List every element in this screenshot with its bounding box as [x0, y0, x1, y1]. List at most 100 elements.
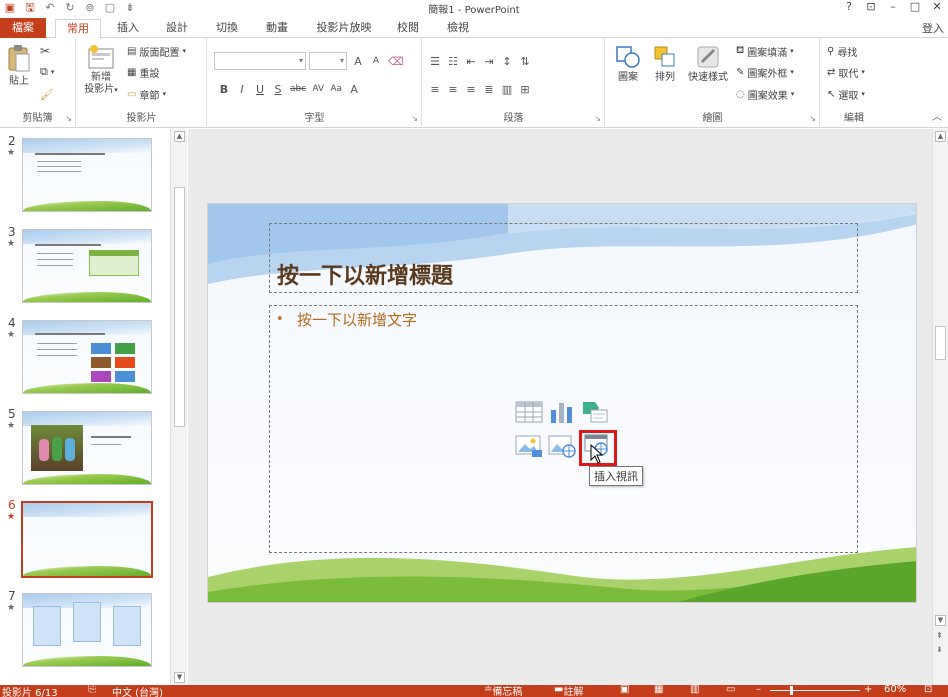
thumbnail-slide-5[interactable]: 5 ★	[0, 407, 170, 487]
arrange-button[interactable]: 排列	[648, 44, 682, 84]
content-placeholder[interactable]: • 按一下以新增文字	[269, 305, 858, 553]
paste-button[interactable]: 貼上	[4, 44, 34, 88]
align-right-icon[interactable]: ≡	[465, 83, 477, 96]
bullets-icon[interactable]: ☰	[429, 55, 441, 68]
scroll-thumb[interactable]	[174, 187, 185, 427]
animation-star-icon: ★	[7, 148, 16, 158]
ribbon-display-button[interactable]: ⊡	[860, 0, 882, 16]
scroll-thumb[interactable]	[935, 326, 946, 360]
shape-fill-button[interactable]: ⛾ 圖案填滿 ▾	[736, 42, 794, 60]
tab-animations[interactable]: 動畫	[257, 19, 297, 38]
quick-styles-button[interactable]: 快速樣式	[685, 44, 731, 84]
paragraph-launcher-icon[interactable]: ↘	[594, 114, 601, 123]
scroll-up-icon[interactable]: ▲	[174, 131, 185, 142]
format-painter-button[interactable]: 🖌	[40, 85, 54, 103]
zoom-in-icon[interactable]: +	[864, 684, 872, 695]
align-center-icon[interactable]: ≡	[447, 83, 459, 96]
numbering-icon[interactable]: ☷	[447, 55, 459, 68]
cut-button[interactable]: ✂	[40, 42, 50, 60]
thumbnail-slide-2[interactable]: 2 ★	[0, 134, 170, 214]
thumbnails-scrollbar[interactable]: ▲ ▼	[170, 129, 187, 685]
strikethrough-button[interactable]: abc	[290, 84, 306, 94]
collapse-ribbon-icon[interactable]: ︿	[932, 108, 942, 123]
align-left-icon[interactable]: ≡	[429, 83, 441, 96]
insert-picture-icon[interactable]	[515, 434, 543, 458]
select-button[interactable]: ↖ 選取 ▾	[827, 85, 865, 103]
tab-slideshow[interactable]: 投影片放映	[307, 19, 381, 38]
tab-transitions[interactable]: 切換	[207, 19, 247, 38]
insert-table-icon[interactable]	[515, 400, 543, 424]
reading-view-icon[interactable]: ▥	[690, 684, 699, 695]
fit-to-window-icon[interactable]: ⊡	[924, 684, 932, 695]
font-color-button[interactable]: A	[348, 83, 360, 96]
find-button[interactable]: ⚲ 尋找	[827, 42, 857, 60]
columns-icon[interactable]: ▥	[501, 83, 513, 96]
thumbnail-slide-3[interactable]: 3 ★	[0, 225, 170, 305]
bold-button[interactable]: B	[218, 83, 230, 96]
insert-online-picture-icon[interactable]	[548, 434, 576, 458]
shape-outline-button[interactable]: ✎ 圖案外框 ▾	[736, 63, 794, 81]
slide-sorter-view-icon[interactable]: ▦	[654, 684, 663, 695]
sign-in-link[interactable]: 登入	[922, 20, 944, 36]
new-slide-button[interactable]: 新增 投影片▾	[81, 44, 121, 96]
shadow-button[interactable]: S	[272, 83, 284, 96]
clipboard-launcher-icon[interactable]: ↘	[65, 114, 72, 123]
zoom-slider-handle[interactable]	[790, 686, 793, 695]
shrink-font-button[interactable]: A	[370, 56, 382, 66]
shape-effects-button[interactable]: ◌ 圖案效果 ▾	[736, 85, 794, 103]
title-placeholder[interactable]: 按一下以新增標題	[269, 223, 858, 293]
zoom-level[interactable]: 60%	[884, 684, 906, 695]
next-slide-icon[interactable]: ⇟	[936, 645, 943, 654]
replace-button[interactable]: ⇄ 取代 ▾	[827, 63, 865, 81]
increase-indent-icon[interactable]: ⇥	[483, 55, 495, 68]
tab-insert[interactable]: 插入	[108, 19, 148, 38]
decrease-indent-icon[interactable]: ⇤	[465, 55, 477, 68]
line-spacing-icon[interactable]: ↕	[501, 55, 513, 68]
minimize-button[interactable]: –	[882, 0, 904, 16]
slide-scrollbar[interactable]: ▲ ▼ ⇞ ⇟	[932, 129, 948, 685]
help-button[interactable]: ?	[838, 0, 860, 16]
insert-chart-icon[interactable]	[548, 400, 576, 424]
normal-view-icon[interactable]: ▣	[620, 684, 629, 695]
underline-button[interactable]: U	[254, 83, 266, 96]
thumbnail-slide-7[interactable]: 7 ★	[0, 589, 170, 669]
scroll-up-icon[interactable]: ▲	[935, 131, 946, 142]
tab-view[interactable]: 檢視	[438, 19, 478, 38]
reset-button[interactable]: ▦ 重設	[127, 63, 159, 81]
copy-button[interactable]: ⧉ ▾	[40, 63, 54, 81]
maximize-button[interactable]: □	[904, 0, 926, 16]
smartart-convert-icon[interactable]: ⊞	[519, 83, 531, 96]
tab-review[interactable]: 校閱	[388, 19, 428, 38]
zoom-out-icon[interactable]: –	[756, 684, 761, 695]
tab-file[interactable]: 檔案	[0, 18, 46, 38]
close-button[interactable]: ✕	[926, 0, 948, 16]
spelling-check-icon[interactable]: ⎘	[88, 684, 96, 695]
font-launcher-icon[interactable]: ↘	[411, 114, 418, 123]
drawing-launcher-icon[interactable]: ↘	[809, 114, 816, 123]
scroll-down-icon[interactable]: ▼	[174, 672, 185, 683]
layout-button[interactable]: ▤ 版面配置 ▾	[127, 42, 186, 60]
justify-icon[interactable]: ≣	[483, 83, 495, 96]
char-spacing-button[interactable]: AV	[312, 84, 324, 94]
font-size-box[interactable]: ▾	[309, 52, 347, 70]
tab-home[interactable]: 常用	[55, 19, 101, 39]
insert-smartart-icon[interactable]	[581, 400, 609, 424]
slideshow-view-icon[interactable]: ▭	[726, 684, 735, 695]
scroll-down-icon[interactable]: ▼	[935, 615, 946, 626]
text-direction-icon[interactable]: ⇅	[519, 55, 531, 68]
change-case-button[interactable]: Aa	[330, 84, 342, 94]
previous-slide-icon[interactable]: ⇞	[936, 631, 943, 640]
clear-format-icon[interactable]: ⌫	[388, 55, 404, 68]
zoom-slider[interactable]	[770, 690, 860, 691]
font-name-box[interactable]: ▾	[214, 52, 306, 70]
language-indicator[interactable]: 中文 (台灣)	[112, 684, 163, 697]
italic-button[interactable]: I	[236, 83, 248, 96]
section-button[interactable]: ▭ 章節 ▾	[127, 85, 166, 103]
notes-button[interactable]: ≐ 備忘稿	[484, 684, 522, 697]
comments-button[interactable]: ▬ 註解	[554, 684, 583, 697]
grow-font-button[interactable]: A	[352, 55, 364, 68]
thumbnail-slide-4[interactable]: 4 ★	[0, 316, 170, 396]
tab-design[interactable]: 設計	[157, 19, 197, 38]
thumbnail-slide-6[interactable]: 6 ★	[0, 498, 170, 578]
shapes-button[interactable]: 圖案	[610, 44, 646, 84]
